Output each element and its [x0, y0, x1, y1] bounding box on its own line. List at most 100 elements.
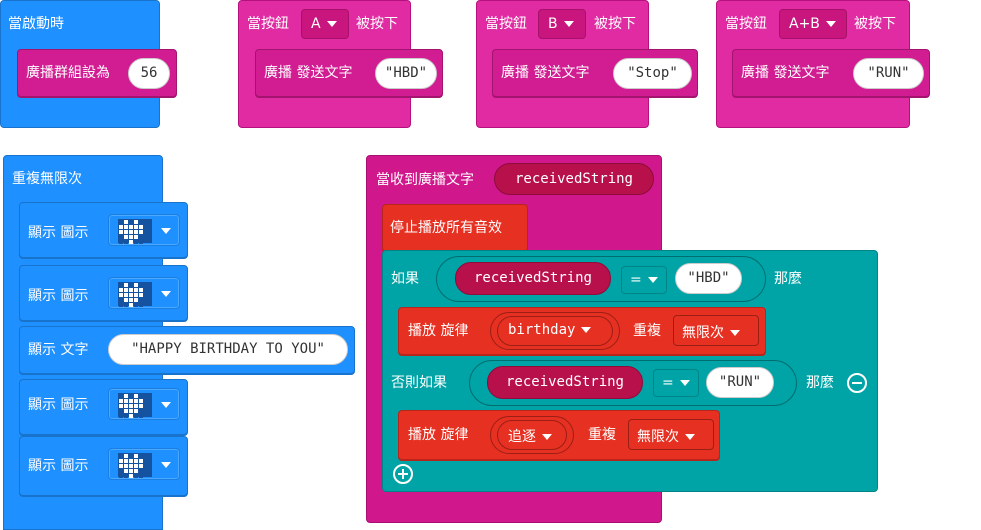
led-pixel — [139, 409, 143, 413]
repeat-dropdown[interactable]: 無限次 — [673, 315, 759, 346]
led-pixel — [119, 303, 123, 307]
led-pixel — [139, 220, 143, 224]
heart-icon — [119, 394, 151, 418]
button-b-dropdown[interactable]: B — [538, 9, 586, 39]
led-pixel — [139, 230, 143, 234]
button-a-dropdown[interactable]: A — [301, 9, 349, 39]
led-pixel — [139, 399, 143, 403]
play-melody-label: 播放 旋律 — [408, 427, 469, 443]
led-pixel — [139, 225, 143, 229]
cond2-value[interactable]: "RUN" — [706, 367, 774, 398]
group-value-input[interactable]: 56 — [128, 58, 170, 89]
broadcast-ab-text[interactable]: "RUN" — [853, 58, 924, 89]
on-button-a-pressed: 被按下 — [356, 16, 398, 32]
led-pixel — [129, 404, 133, 408]
led-pixel — [124, 288, 128, 292]
repeat-value: 無限次 — [682, 325, 724, 341]
caret-down-icon — [161, 462, 171, 468]
cond1-variable[interactable]: receivedString — [455, 262, 611, 295]
led-pixel — [134, 414, 138, 418]
led-pixel — [124, 303, 128, 307]
show-icon-label: 顯示 圖示 — [28, 288, 89, 304]
led-pixel — [134, 404, 138, 408]
melody-dropdown[interactable]: 追逐 — [490, 416, 574, 454]
led-pixel — [139, 469, 143, 473]
repeat-label: 重複 — [588, 427, 616, 443]
led-pixel — [129, 474, 133, 478]
led-pixel — [119, 283, 123, 287]
stop-all-label: 停止播放所有音效 — [390, 220, 502, 236]
led-pixel — [134, 293, 138, 297]
minus-circle-icon[interactable] — [847, 373, 867, 393]
cond2-variable[interactable]: receivedString — [487, 366, 643, 399]
received-string-param[interactable]: receivedString — [494, 163, 654, 195]
led-pixel — [124, 414, 128, 418]
icon-picker[interactable] — [108, 448, 180, 480]
caret-down-icon — [161, 228, 171, 234]
broadcast-a-text[interactable]: "HBD" — [375, 58, 437, 89]
led-pixel — [124, 474, 128, 478]
heart-icon — [119, 220, 151, 244]
led-pixel — [129, 225, 133, 229]
led-pixel — [139, 414, 143, 418]
led-pixel — [134, 399, 138, 403]
repeat-dropdown[interactable]: 無限次 — [628, 419, 714, 450]
icon-picker[interactable] — [108, 277, 180, 309]
led-pixel — [124, 235, 128, 239]
show-icon-label: 顯示 圖示 — [28, 225, 89, 241]
plus-circle-icon[interactable] — [393, 464, 413, 484]
led-pixel — [124, 459, 128, 463]
heart-icon — [119, 283, 151, 307]
led-pixel — [119, 230, 123, 234]
led-pixel — [119, 454, 123, 458]
heart-image-preview — [118, 282, 152, 307]
led-pixel — [124, 220, 128, 224]
led-pixel — [129, 394, 133, 398]
then-label: 那麼 — [806, 375, 834, 391]
led-pixel — [124, 404, 128, 408]
play-melody-label: 播放 旋律 — [408, 323, 469, 339]
caret-down-icon — [542, 434, 552, 440]
icon-picker[interactable] — [108, 388, 180, 420]
on-button-a-when: 當按鈕 — [247, 16, 289, 32]
show-string-input[interactable]: "HAPPY BIRTHDAY TO YOU" — [108, 334, 348, 365]
led-pixel — [134, 288, 138, 292]
led-pixel — [134, 464, 138, 468]
button-ab-dropdown[interactable]: A+B — [779, 9, 847, 39]
caret-down-icon — [563, 21, 574, 27]
led-pixel — [129, 240, 133, 244]
melody-dropdown[interactable]: birthday — [490, 312, 620, 350]
repeat-value: 無限次 — [637, 429, 679, 445]
led-pixel — [129, 464, 133, 468]
on-button-b-when: 當按鈕 — [485, 16, 527, 32]
led-pixel — [119, 469, 123, 473]
on-button-ab-pressed: 被按下 — [854, 16, 896, 32]
led-pixel — [119, 298, 123, 302]
cond1-value[interactable]: "HBD" — [675, 263, 742, 294]
led-pixel — [139, 394, 143, 398]
led-pixel — [129, 303, 133, 307]
led-pixel — [119, 464, 123, 468]
led-pixel — [139, 283, 143, 287]
led-pixel — [134, 235, 138, 239]
led-pixel — [119, 288, 123, 292]
caret-down-icon — [647, 277, 658, 283]
operator-dropdown[interactable]: = — [653, 369, 699, 397]
led-pixel — [134, 454, 138, 458]
button-b-value: B — [548, 16, 558, 32]
led-pixel — [119, 225, 123, 229]
led-pixel — [124, 298, 128, 302]
caret-down-icon — [679, 380, 690, 386]
led-pixel — [124, 283, 128, 287]
led-pixel — [124, 230, 128, 234]
melody-value: 追逐 — [508, 429, 536, 445]
led-pixel — [124, 394, 128, 398]
led-pixel — [129, 283, 133, 287]
broadcast-b-text[interactable]: "Stop" — [613, 58, 692, 89]
led-pixel — [134, 474, 138, 478]
icon-picker[interactable] — [108, 214, 180, 246]
operator-dropdown[interactable]: = — [621, 266, 667, 294]
led-pixel — [134, 469, 138, 473]
led-pixel — [139, 459, 143, 463]
led-pixel — [139, 298, 143, 302]
